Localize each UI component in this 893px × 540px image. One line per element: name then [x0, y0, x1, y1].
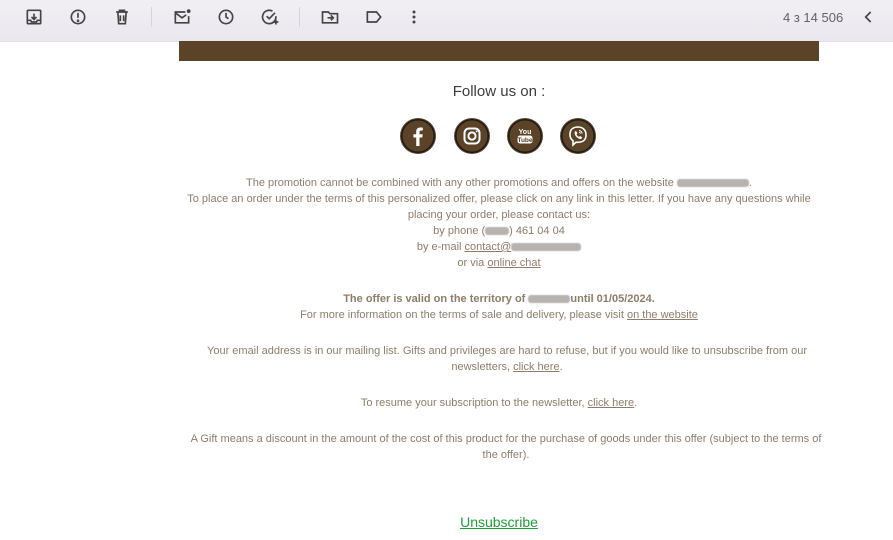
- resume-text: To resume your subscription to the newsl…: [360, 397, 588, 409]
- email-banner: [179, 41, 819, 61]
- toolbar-divider: [299, 7, 300, 27]
- resume-click-here-link[interactable]: click here: [588, 397, 634, 409]
- chat-prefix: or via: [457, 257, 488, 269]
- promo-line-2: To place an order under the terms of thi…: [187, 193, 811, 221]
- redacted-territory: [528, 295, 571, 304]
- email-toolbar: 4 з 14 506: [0, 0, 893, 42]
- mailing-text: Your email address is in our mailing lis…: [207, 345, 807, 373]
- contact-email-text: contact@: [464, 241, 512, 253]
- pagination-count: 4 з 14 506: [783, 10, 844, 25]
- mark-unread-icon[interactable]: [170, 5, 194, 29]
- unsubscribe-link[interactable]: Unsubscribe: [0, 514, 893, 530]
- snooze-icon[interactable]: [214, 5, 238, 29]
- valid-text-b: until 01/05/2024.: [570, 293, 655, 305]
- promo-line-1: The promotion cannot be combined with an…: [246, 177, 677, 189]
- youtube-icon[interactable]: You Tube: [507, 118, 543, 154]
- report-spam-icon[interactable]: [66, 5, 90, 29]
- follow-us-label: Follow us on :: [452, 83, 546, 100]
- valid-text-a: The offer is valid on the territory of: [343, 293, 529, 305]
- promo-paragraph: The promotion cannot be combined with an…: [179, 175, 819, 271]
- more-icon[interactable]: [402, 5, 426, 29]
- resume-end: .: [634, 397, 638, 409]
- instagram-icon[interactable]: [454, 118, 490, 154]
- label-icon[interactable]: [362, 5, 386, 29]
- mailing-end: .: [559, 361, 563, 373]
- email-prefix: by e-mail: [416, 241, 465, 253]
- online-chat-link[interactable]: online chat: [487, 257, 540, 269]
- offer-validity: The offer is valid on the territory of u…: [179, 291, 819, 323]
- add-task-icon[interactable]: [258, 5, 282, 29]
- delete-icon[interactable]: [110, 5, 134, 29]
- unsubscribe-click-here-link[interactable]: click here: [513, 361, 559, 373]
- contact-email-link[interactable]: contact@: [465, 241, 582, 253]
- svg-text:You: You: [519, 129, 532, 136]
- promo-line-1-end: .: [748, 177, 752, 189]
- more-info-text: For more information on the terms of sal…: [300, 309, 627, 321]
- redacted-phone-code: [485, 227, 510, 236]
- resume-paragraph: To resume your subscription to the newsl…: [179, 395, 819, 411]
- viber-icon[interactable]: [560, 118, 596, 154]
- mailing-list-paragraph: Your email address is in our mailing lis…: [199, 343, 815, 375]
- redacted-email-domain: [511, 243, 582, 252]
- redacted-website: [676, 179, 749, 188]
- toolbar-divider: [151, 7, 152, 27]
- phone-prefix: by phone (: [433, 225, 486, 237]
- facebook-icon[interactable]: [400, 118, 436, 154]
- gift-paragraph: A Gift means a discount in the amount of…: [190, 433, 822, 461]
- move-to-icon[interactable]: [318, 5, 342, 29]
- archive-icon[interactable]: [22, 5, 46, 29]
- chevron-left-icon[interactable]: [857, 5, 881, 29]
- phone-suffix: ) 461 04 04: [509, 225, 565, 237]
- website-link[interactable]: on the website: [627, 309, 698, 321]
- svg-text:Tube: Tube: [517, 137, 532, 144]
